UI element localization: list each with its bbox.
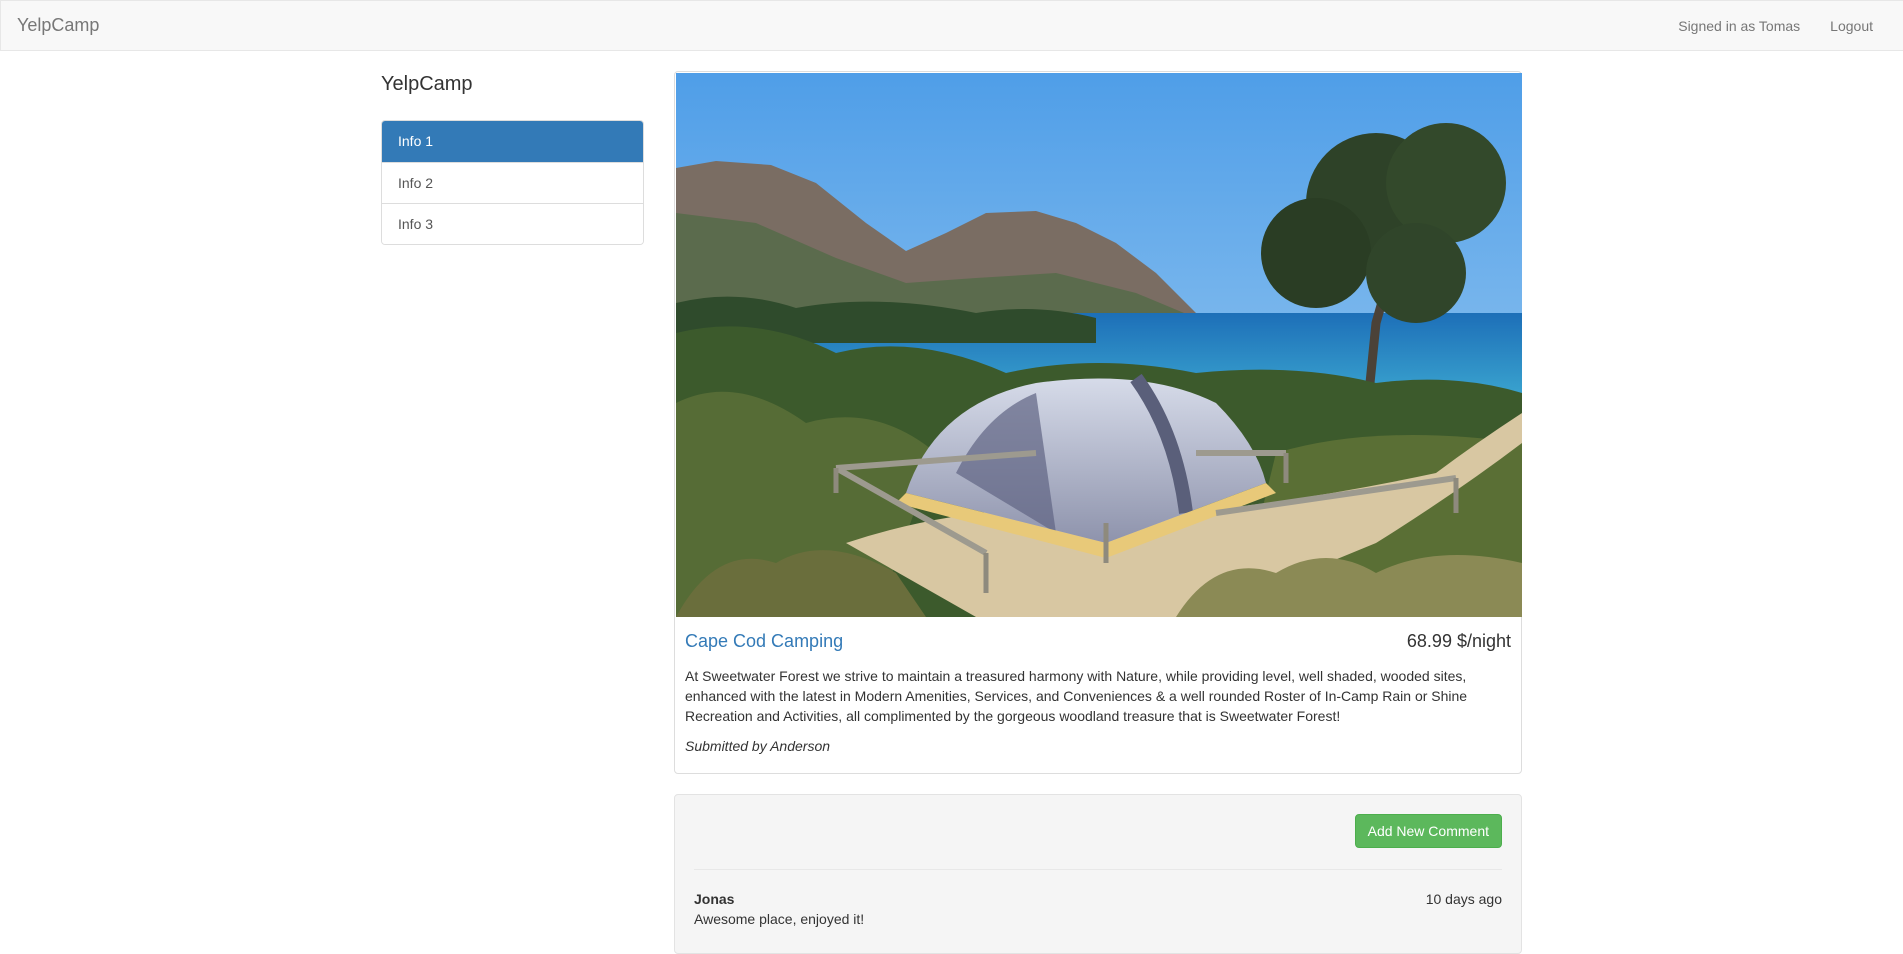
campground-description: At Sweetwater Forest we strive to mainta…	[685, 668, 1468, 724]
signed-in-text[interactable]: Signed in as Tomas	[1678, 18, 1800, 34]
sidebar-item-info-2[interactable]: Info 2	[382, 162, 643, 203]
sidebar-item-info-3[interactable]: Info 3	[382, 203, 643, 244]
submitted-by: Submitted by Anderson	[685, 738, 831, 754]
logout-link[interactable]: Logout	[1830, 18, 1873, 34]
navbar-right: Signed in as Tomas Logout	[1678, 1, 1903, 51]
comment-text: Awesome place, enjoyed it!	[694, 911, 865, 927]
comment-author: Jonas	[694, 891, 735, 907]
campground-photo	[676, 73, 1522, 617]
navbar: YelpCamp Signed in as Tomas Logout	[0, 0, 1903, 51]
campground-price: 68.99 $/night	[1406, 631, 1511, 651]
add-comment-button[interactable]: Add New Comment	[1354, 814, 1502, 848]
sidebar-title: YelpCamp	[381, 73, 473, 95]
campground-card: Cape Cod Camping 68.99 $/night At Sweetw…	[674, 71, 1522, 774]
sidebar-list: Info 1 Info 2 Info 3	[381, 120, 644, 245]
navbar-brand[interactable]: YelpCamp	[17, 15, 99, 36]
comments-section: Add New Comment Jonas 10 days ago Awesom…	[674, 794, 1522, 954]
sidebar-item-info-1[interactable]: Info 1	[382, 121, 643, 162]
comment-date: 10 days ago	[1425, 891, 1502, 907]
comments-divider	[694, 869, 1502, 870]
campground-name-link[interactable]: Cape Cod Camping	[685, 631, 843, 652]
